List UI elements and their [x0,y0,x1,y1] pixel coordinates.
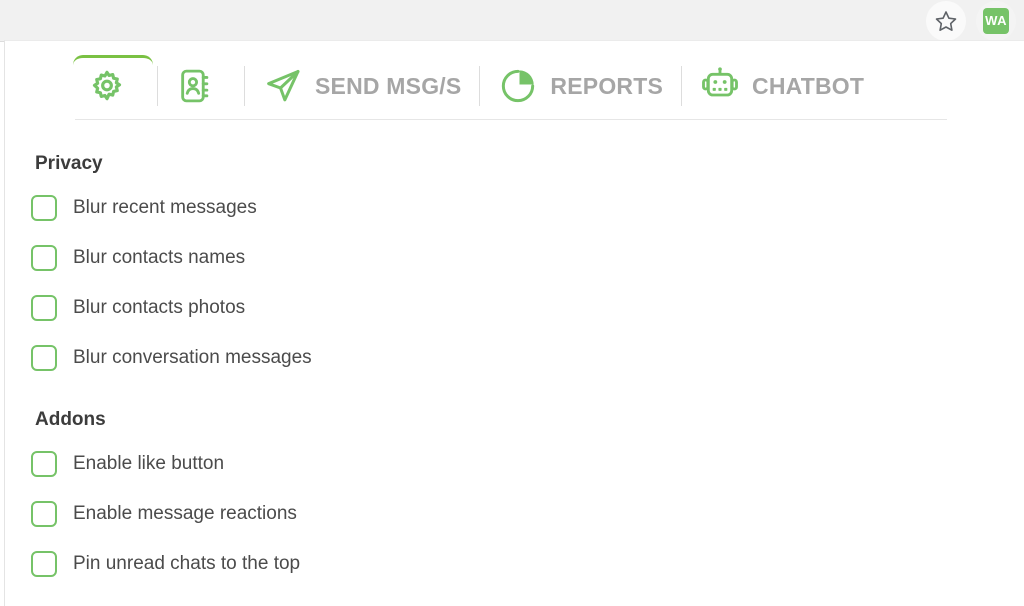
extension-popup-page: WA SEND MSG/S REPORTS CHATBOT Privacy Bl… [0,0,1024,606]
option-row-enable-message-reactions[interactable]: Enable message reactions [31,495,1024,533]
checkbox-enable-message-reactions[interactable] [31,501,57,527]
popup-panel: SEND MSG/S REPORTS CHATBOT Privacy Blur … [4,40,1024,606]
option-row-blur-contacts-names[interactable]: Blur contacts names [31,239,1024,277]
tab-contacts[interactable] [162,55,240,117]
option-row-enable-like-button[interactable]: Enable like button [31,445,1024,483]
option-label: Enable like button [73,453,225,474]
extension-badge: WA [983,7,1009,34]
paper-plane-icon [263,66,303,106]
option-row-pin-unread-chats[interactable]: Pin unread chats to the top [31,545,1024,583]
toolbar-divider [75,119,947,120]
section-addons: Addons Enable like button Enable message… [31,409,1024,583]
toolbar-separator [479,66,481,106]
section-addons-title: Addons [35,409,106,430]
pie-chart-icon [498,66,538,106]
checkbox-blur-recent-messages[interactable] [31,195,57,221]
tab-reports[interactable]: REPORTS [484,55,677,117]
tab-settings[interactable] [73,55,153,117]
settings-content: Privacy Blur recent messages Blur contac… [31,153,1024,595]
option-label: Pin unread chats to the top [73,553,301,574]
popup-toolbar: SEND MSG/S REPORTS CHATBOT [73,49,878,123]
tab-send-msgs-label: SEND MSG/S [315,72,462,99]
option-row-blur-recent-messages[interactable]: Blur recent messages [31,189,1024,227]
toolbar-separator [244,66,245,106]
option-label: Blur contacts names [73,247,246,268]
option-row-blur-conversation-messages[interactable]: Blur conversation messages [31,339,1024,377]
tab-chatbot[interactable]: CHATBOT [686,55,878,117]
toolbar-separator [157,66,158,106]
checkbox-blur-conversation-messages[interactable] [31,345,57,371]
option-label: Blur recent messages [73,197,257,218]
browser-toolbar-strip: WA [0,0,1024,42]
option-row-blur-contacts-photos[interactable]: Blur contacts photos [31,289,1024,327]
tab-reports-label: REPORTS [550,72,664,99]
checkbox-enable-like-button[interactable] [31,451,57,477]
bookmark-button[interactable] [926,0,966,41]
checkbox-blur-contacts-names[interactable] [31,245,57,271]
browser-actions: WA [926,0,1016,41]
extension-icon-button[interactable]: WA [976,0,1016,41]
toolbar-separator [681,66,683,106]
gear-icon [87,68,127,108]
checkbox-pin-unread-chats[interactable] [31,551,57,577]
tab-send-msgs[interactable]: SEND MSG/S [249,55,475,117]
checkbox-blur-contacts-photos[interactable] [31,295,57,321]
section-privacy-title: Privacy [35,153,103,174]
section-privacy: Privacy Blur recent messages Blur contac… [31,153,1024,377]
option-label: Blur conversation messages [73,347,312,368]
star-icon [934,9,958,33]
option-label: Blur contacts photos [73,297,246,318]
address-book-icon [176,67,214,105]
robot-icon [700,66,740,106]
tab-chatbot-label: CHATBOT [752,72,865,99]
option-label: Enable message reactions [73,503,297,524]
